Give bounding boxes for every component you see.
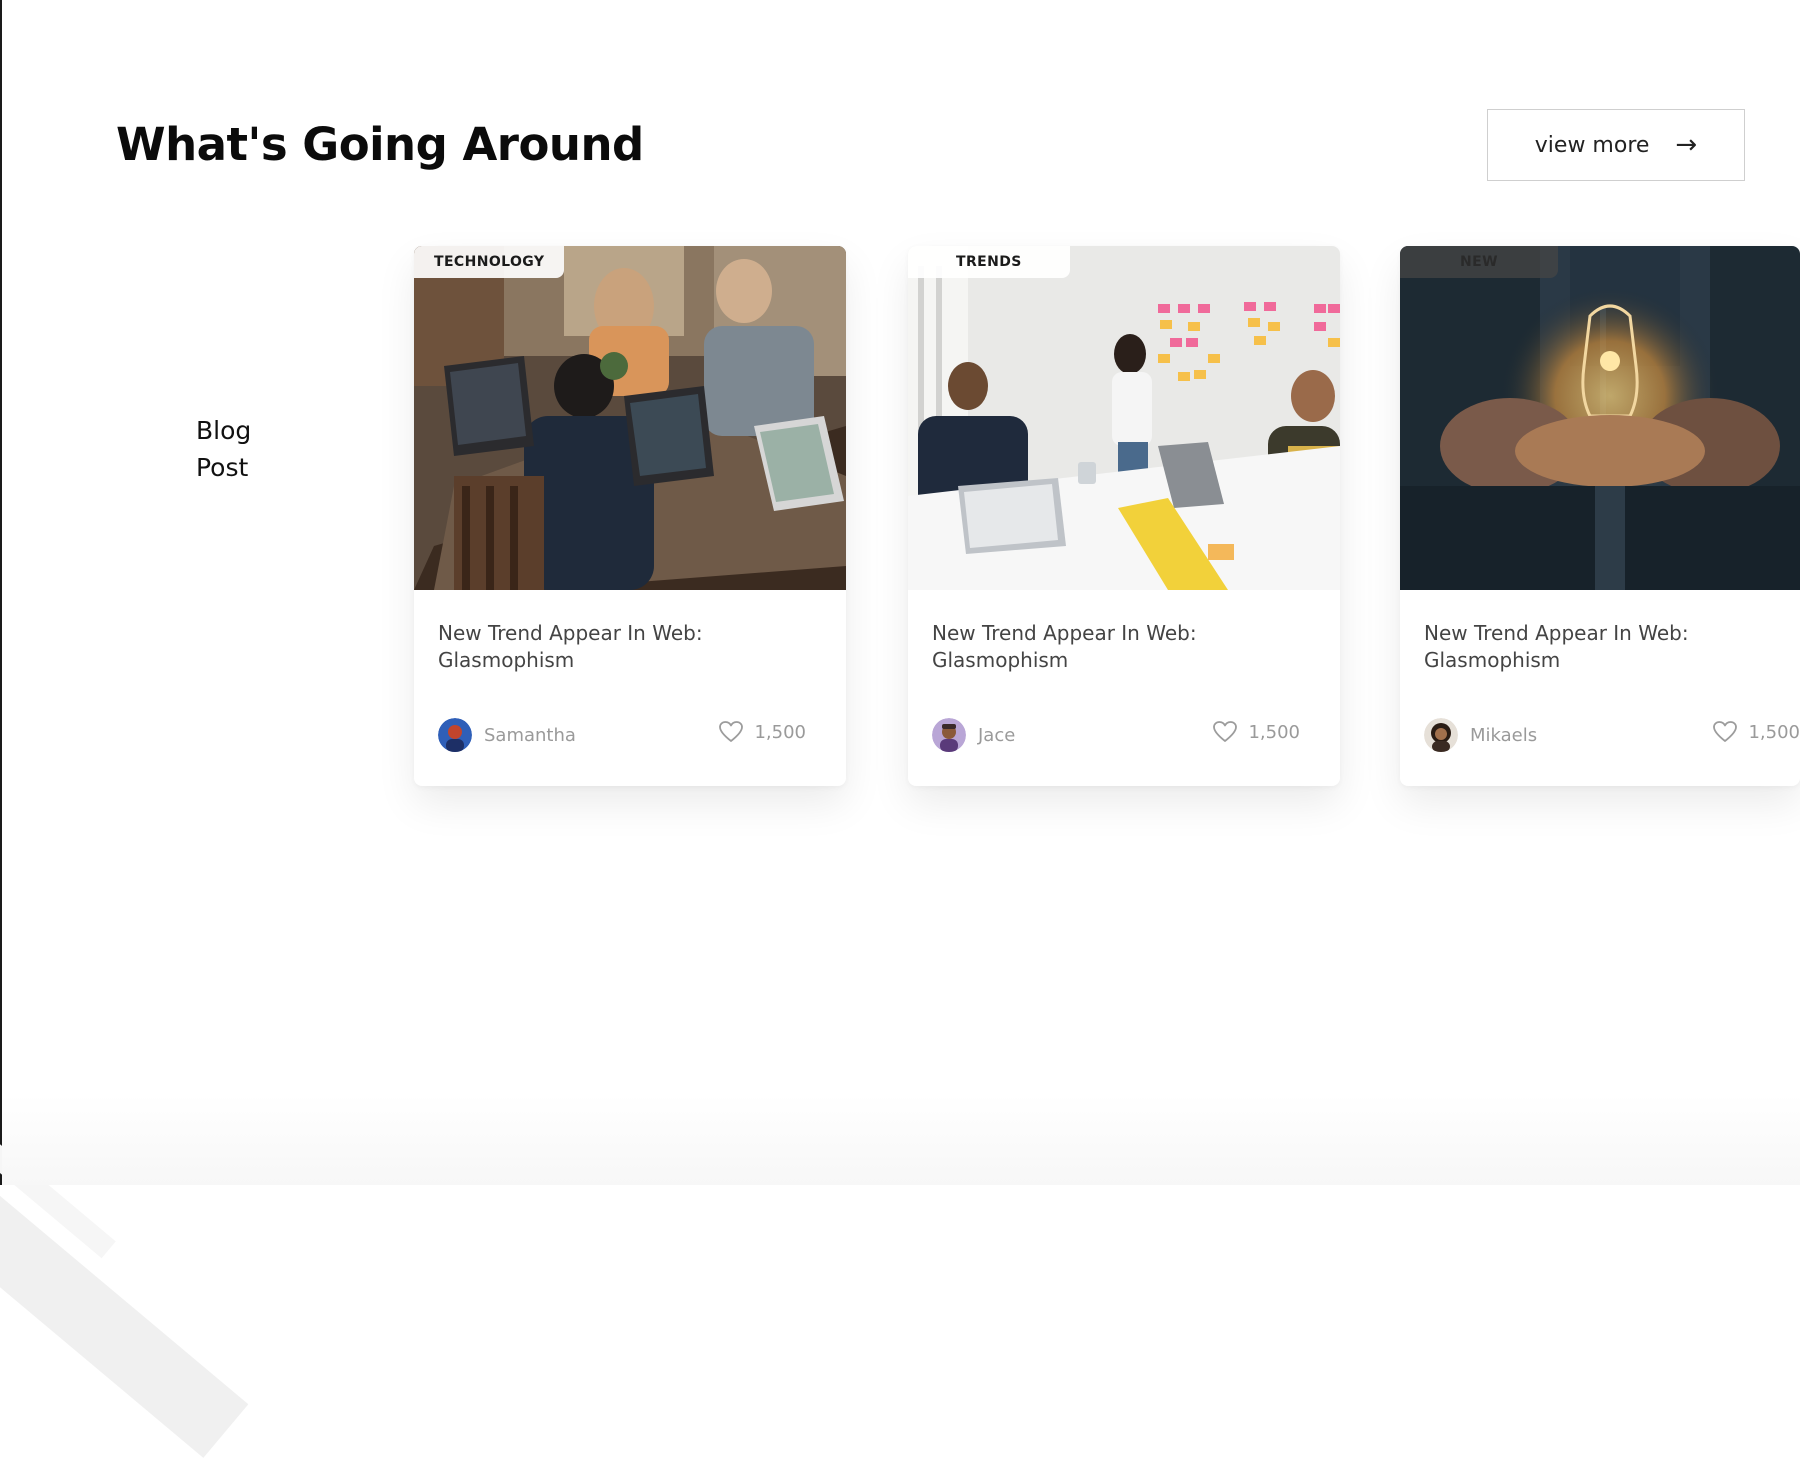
- side-label-line: Post: [196, 453, 249, 482]
- like-count: 1,500: [1748, 721, 1800, 743]
- author-name: Mikaels: [1470, 724, 1538, 746]
- page-floor: [2, 1095, 1800, 1185]
- view-more-button[interactable]: view more →: [1487, 109, 1745, 181]
- category-tag: TECHNOLOGY: [414, 246, 565, 278]
- like-counter[interactable]: 1,500: [718, 720, 806, 744]
- post-title-line: New Trend Appear In Web:: [932, 621, 1197, 645]
- post-title-line: New Trend Appear In Web:: [438, 621, 703, 645]
- heart-icon[interactable]: [1712, 720, 1738, 744]
- avatar: [1424, 718, 1458, 752]
- post-title[interactable]: New Trend Appear In Web: Glasmophism: [1424, 620, 1800, 674]
- like-count: 1,500: [754, 721, 806, 743]
- post-title-line: Glasmophism: [438, 648, 575, 672]
- post-image[interactable]: [908, 246, 1340, 590]
- author-name: Samantha: [484, 724, 576, 746]
- post-title-line: Glasmophism: [932, 648, 1069, 672]
- side-label-line: Blog: [196, 416, 252, 445]
- post-author[interactable]: Mikaels: [1424, 718, 1537, 752]
- like-counter[interactable]: 1,500: [1712, 720, 1800, 744]
- like-count: 1,500: [1248, 721, 1300, 743]
- view-more-label: view more: [1534, 132, 1650, 158]
- post-image[interactable]: [414, 246, 846, 590]
- author-name: Jace: [978, 724, 1016, 746]
- blog-post-label: Blog Post: [196, 412, 306, 486]
- category-tag: NEW: [1400, 246, 1558, 278]
- blog-card-technology[interactable]: TECHNOLOGY New Trend Appear In Web: Glas…: [414, 246, 846, 786]
- heart-icon[interactable]: [718, 720, 744, 744]
- arrow-right-icon: →: [1675, 130, 1698, 160]
- like-counter[interactable]: 1,500: [1212, 720, 1300, 744]
- post-title[interactable]: New Trend Appear In Web: Glasmophism: [438, 620, 828, 674]
- post-title-line: Glasmophism: [1424, 648, 1561, 672]
- avatar: [438, 718, 472, 752]
- post-author[interactable]: Jace: [932, 718, 1015, 752]
- post-title-line: New Trend Appear In Web:: [1424, 621, 1689, 645]
- section-title: What's Going Around: [116, 118, 644, 171]
- blog-card-new[interactable]: NEW New Trend Appear In Web: Glasmophism…: [1400, 246, 1800, 786]
- post-author[interactable]: Samantha: [438, 718, 576, 752]
- post-title[interactable]: New Trend Appear In Web: Glasmophism: [932, 620, 1322, 674]
- post-image[interactable]: [1400, 246, 1800, 590]
- blog-card-trends[interactable]: TRENDS New Trend Appear In Web: Glasmoph…: [908, 246, 1340, 786]
- heart-icon[interactable]: [1212, 720, 1238, 744]
- avatar: [932, 718, 966, 752]
- category-tag: TRENDS: [908, 246, 1070, 278]
- left-edge-rule: [0, 0, 2, 1185]
